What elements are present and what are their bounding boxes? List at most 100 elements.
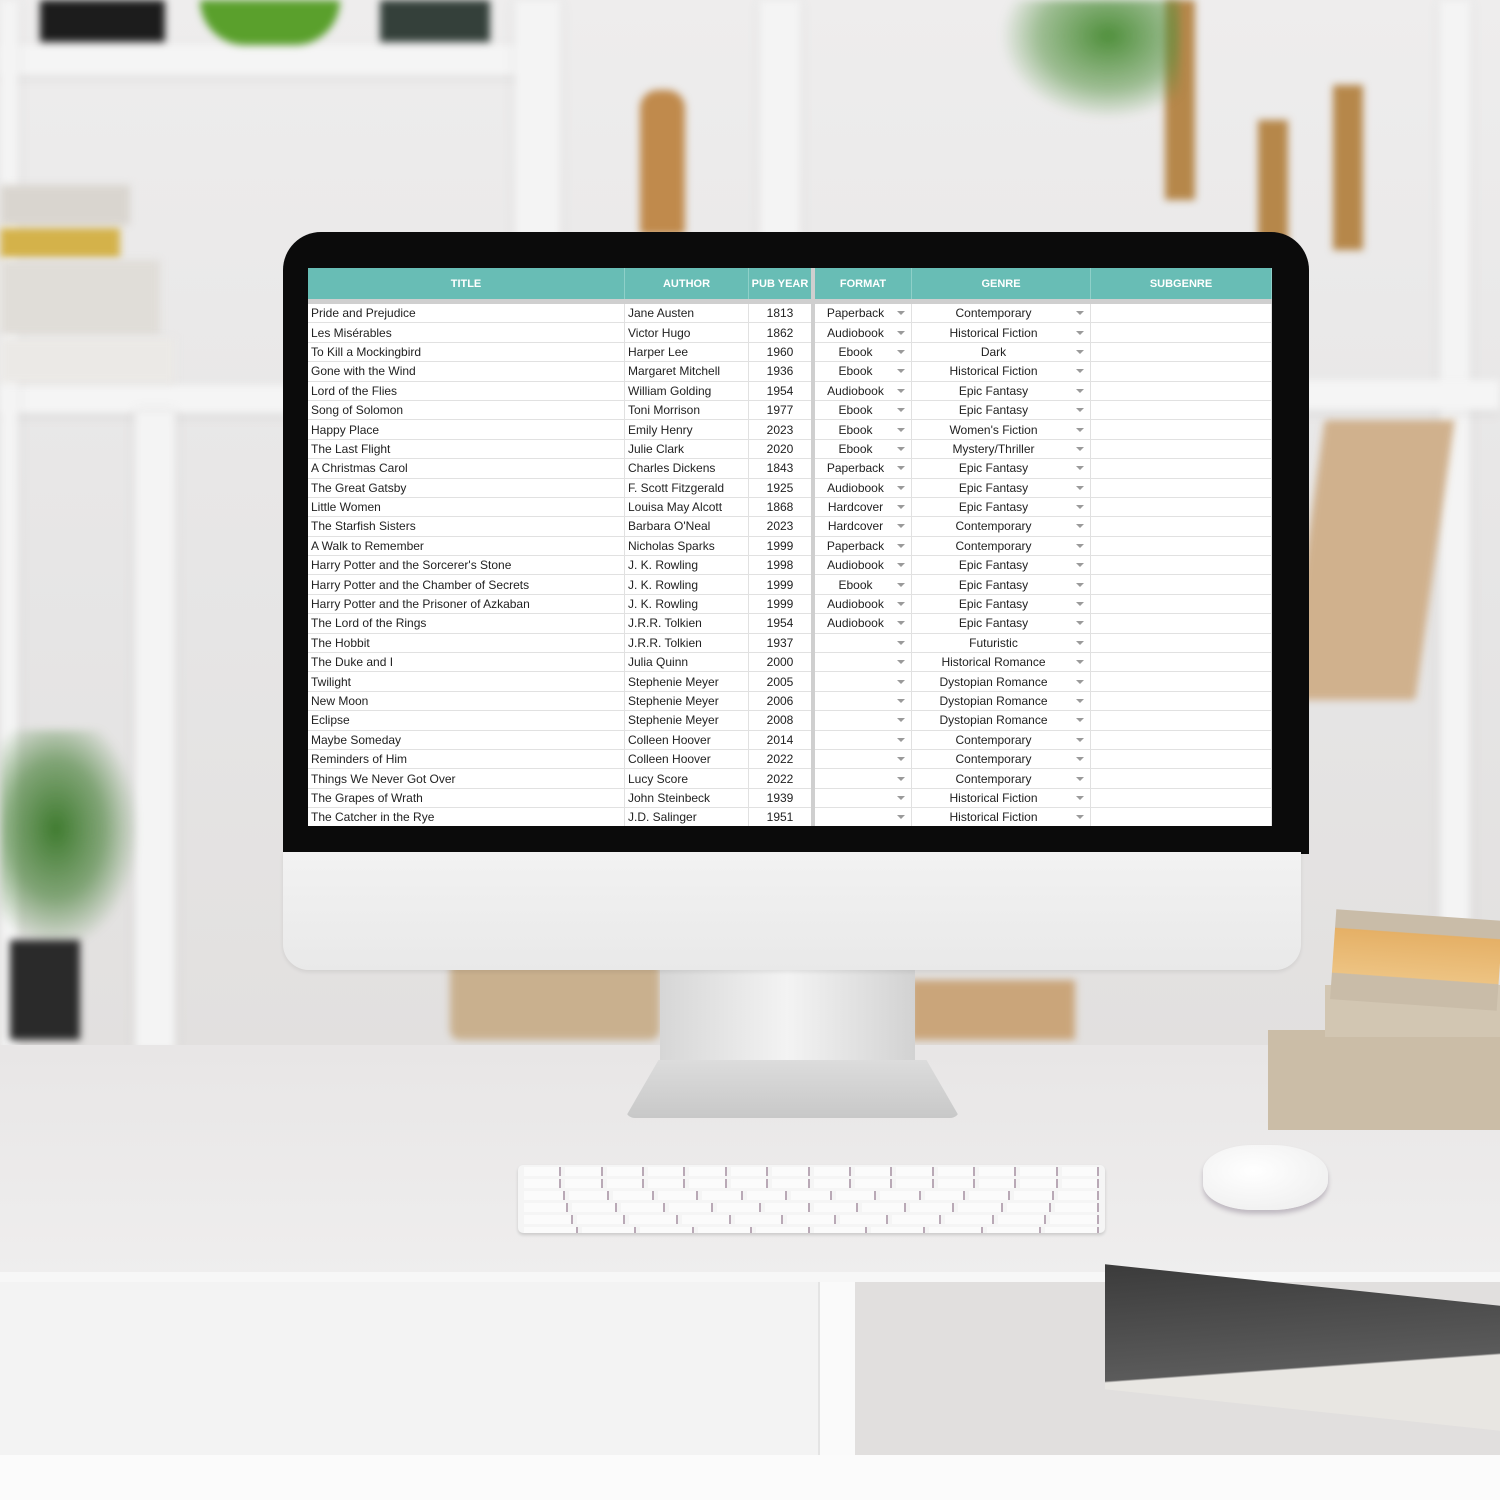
cell-subgenre[interactable] [1090, 671, 1272, 692]
cell-title[interactable]: Maybe Someday [308, 730, 625, 750]
caret-down-icon[interactable] [897, 505, 905, 510]
cell-pub-year[interactable]: 1862 [748, 322, 815, 343]
cell-subgenre[interactable] [1090, 768, 1272, 789]
caret-down-icon[interactable] [1076, 349, 1084, 354]
format-dropdown[interactable] [813, 807, 912, 826]
caret-down-icon[interactable] [1076, 524, 1084, 529]
cell-title[interactable]: Eclipse [308, 710, 625, 731]
column-header-title[interactable]: TITLE [308, 268, 625, 304]
caret-down-icon[interactable] [1076, 388, 1084, 393]
format-dropdown[interactable] [813, 652, 912, 673]
format-dropdown[interactable] [813, 768, 912, 789]
cell-author[interactable]: J.R.R. Tolkien [624, 613, 749, 634]
genre-dropdown[interactable]: Dystopian Romance [911, 691, 1091, 712]
cell-pub-year[interactable]: 1999 [748, 536, 815, 557]
cell-pub-year[interactable]: 2022 [748, 768, 815, 789]
format-dropdown[interactable]: Paperback [813, 536, 912, 557]
caret-down-icon[interactable] [897, 543, 905, 548]
format-dropdown[interactable] [813, 749, 912, 770]
cell-subgenre[interactable] [1090, 322, 1272, 343]
cell-pub-year[interactable]: 2006 [748, 691, 815, 712]
genre-dropdown[interactable]: Epic Fantasy [911, 458, 1091, 479]
cell-subgenre[interactable] [1090, 439, 1272, 460]
caret-down-icon[interactable] [1076, 466, 1084, 471]
cell-pub-year[interactable]: 1868 [748, 497, 815, 518]
cell-pub-year[interactable]: 1954 [748, 381, 815, 401]
cell-title[interactable]: The Last Flight [308, 439, 625, 460]
column-header-author[interactable]: AUTHOR [624, 268, 749, 304]
caret-down-icon[interactable] [1076, 737, 1084, 742]
cell-subgenre[interactable] [1090, 516, 1272, 537]
caret-down-icon[interactable] [897, 388, 905, 393]
cell-author[interactable]: F. Scott Fitzgerald [624, 478, 749, 498]
genre-dropdown[interactable]: Contemporary [911, 516, 1091, 537]
format-dropdown[interactable]: Ebook [813, 439, 912, 460]
caret-down-icon[interactable] [1076, 815, 1084, 820]
caret-down-icon[interactable] [1076, 485, 1084, 490]
genre-dropdown[interactable]: Mystery/Thriller [911, 439, 1091, 460]
cell-title[interactable]: Twilight [308, 671, 625, 692]
cell-author[interactable]: Toni Morrison [624, 400, 749, 421]
genre-dropdown[interactable]: Epic Fantasy [911, 594, 1091, 615]
cell-subgenre[interactable] [1090, 301, 1272, 324]
cell-pub-year[interactable]: 1925 [748, 478, 815, 498]
format-dropdown[interactable]: Ebook [813, 361, 912, 382]
caret-down-icon[interactable] [1076, 699, 1084, 703]
format-dropdown[interactable]: Hardcover [813, 497, 912, 518]
format-dropdown[interactable]: Audiobook [813, 478, 912, 498]
cell-title[interactable]: Reminders of Him [308, 749, 625, 770]
cell-subgenre[interactable] [1090, 730, 1272, 750]
cell-title[interactable]: A Walk to Remember [308, 536, 625, 557]
cell-subgenre[interactable] [1090, 536, 1272, 557]
cell-author[interactable]: J. K. Rowling [624, 594, 749, 615]
cell-pub-year[interactable]: 1939 [748, 788, 815, 809]
cell-author[interactable]: Colleen Hoover [624, 749, 749, 770]
caret-down-icon[interactable] [897, 311, 905, 316]
format-dropdown[interactable]: Audiobook [813, 555, 912, 576]
caret-down-icon[interactable] [1076, 602, 1084, 607]
caret-down-icon[interactable] [1076, 795, 1084, 800]
caret-down-icon[interactable] [1076, 505, 1084, 510]
cell-author[interactable]: J.R.R. Tolkien [624, 633, 749, 654]
cell-title[interactable]: Harry Potter and the Prisoner of Azkaban [308, 594, 625, 615]
cell-subgenre[interactable] [1090, 633, 1272, 654]
cell-author[interactable]: Stephenie Meyer [624, 710, 749, 731]
genre-dropdown[interactable]: Contemporary [911, 749, 1091, 770]
caret-down-icon[interactable] [897, 795, 905, 800]
genre-dropdown[interactable]: Dystopian Romance [911, 710, 1091, 731]
cell-pub-year[interactable]: 1999 [748, 594, 815, 615]
format-dropdown[interactable] [813, 671, 912, 692]
format-dropdown[interactable] [813, 730, 912, 750]
cell-author[interactable]: Julia Quinn [624, 652, 749, 673]
cell-subgenre[interactable] [1090, 594, 1272, 615]
genre-dropdown[interactable]: Contemporary [911, 768, 1091, 789]
cell-author[interactable]: Lucy Score [624, 768, 749, 789]
caret-down-icon[interactable] [1076, 776, 1084, 781]
genre-dropdown[interactable]: Contemporary [911, 730, 1091, 750]
cell-subgenre[interactable] [1090, 458, 1272, 479]
format-dropdown[interactable]: Audiobook [813, 613, 912, 634]
genre-dropdown[interactable]: Epic Fantasy [911, 555, 1091, 576]
cell-title[interactable]: Gone with the Wind [308, 361, 625, 382]
cell-author[interactable]: Harper Lee [624, 342, 749, 363]
cell-title[interactable]: Song of Solomon [308, 400, 625, 421]
caret-down-icon[interactable] [1076, 408, 1084, 413]
cell-subgenre[interactable] [1090, 710, 1272, 731]
cell-author[interactable]: J. K. Rowling [624, 574, 749, 595]
cell-author[interactable]: Emily Henry [624, 419, 749, 440]
cell-pub-year[interactable]: 2022 [748, 749, 815, 770]
cell-pub-year[interactable]: 1954 [748, 613, 815, 634]
cell-author[interactable]: Victor Hugo [624, 322, 749, 343]
format-dropdown[interactable] [813, 788, 912, 809]
cell-pub-year[interactable]: 1998 [748, 555, 815, 576]
format-dropdown[interactable]: Ebook [813, 574, 912, 595]
cell-subgenre[interactable] [1090, 807, 1272, 826]
cell-pub-year[interactable]: 1843 [748, 458, 815, 479]
cell-author[interactable]: William Golding [624, 381, 749, 401]
genre-dropdown[interactable]: Epic Fantasy [911, 497, 1091, 518]
cell-title[interactable]: Lord of the Flies [308, 381, 625, 401]
cell-pub-year[interactable]: 2008 [748, 710, 815, 731]
cell-title[interactable]: Harry Potter and the Sorcerer's Stone [308, 555, 625, 576]
cell-subgenre[interactable] [1090, 691, 1272, 712]
cell-author[interactable]: Jane Austen [624, 301, 749, 324]
